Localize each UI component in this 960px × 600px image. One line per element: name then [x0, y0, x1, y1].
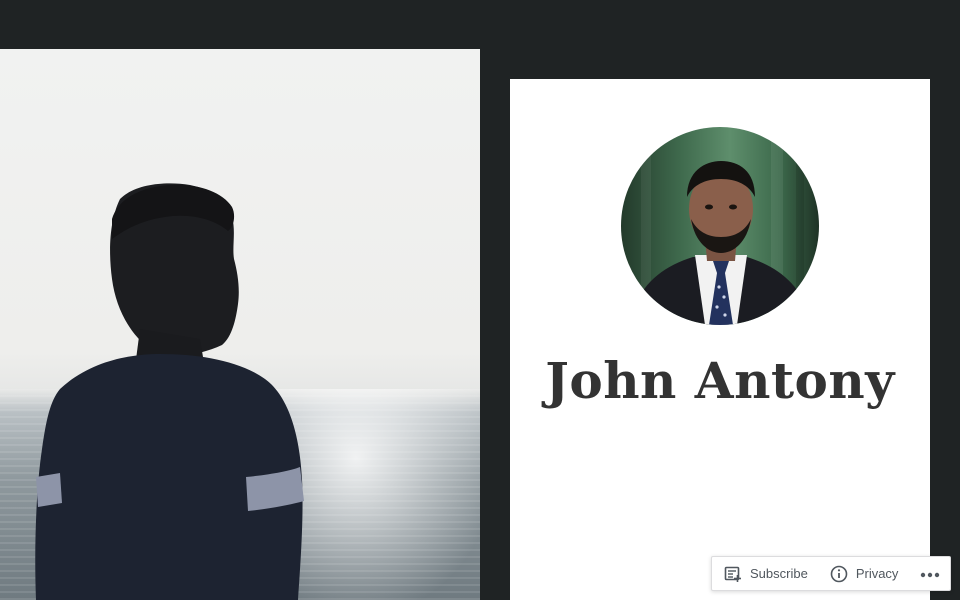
more-button[interactable]: [914, 557, 950, 590]
portrait-illustration: [631, 127, 811, 325]
privacy-label: Privacy: [855, 566, 899, 581]
hero-photo: [0, 49, 480, 600]
profile-card: John Antony: [510, 79, 930, 600]
privacy-button[interactable]: Privacy: [814, 557, 905, 590]
action-bar: Subscribe Privacy: [711, 556, 951, 591]
ellipsis-icon: [920, 566, 940, 581]
reader-icon: [724, 565, 742, 583]
profile-name: John Antony: [545, 351, 895, 410]
page: John Antony Subscribe Privacy: [0, 0, 960, 600]
profile-avatar: [621, 127, 819, 325]
person-silhouette: [35, 183, 304, 600]
subscribe-label: Subscribe: [750, 566, 808, 581]
info-icon: [830, 565, 848, 583]
subscribe-button[interactable]: Subscribe: [712, 557, 814, 590]
